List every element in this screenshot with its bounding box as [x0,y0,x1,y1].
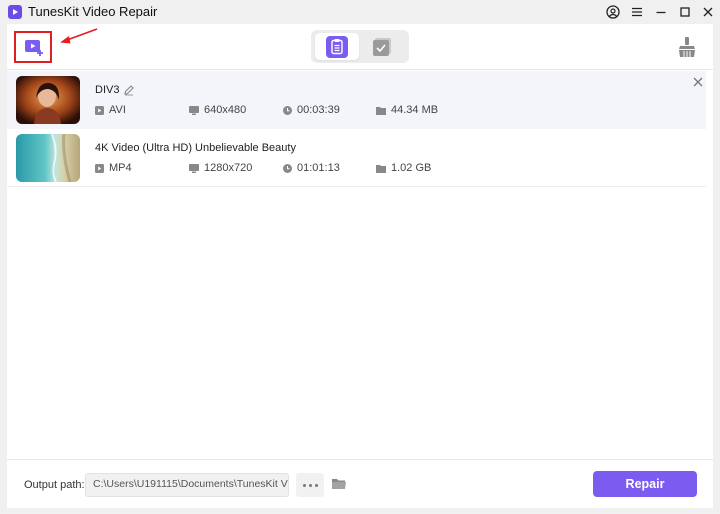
dot [302,483,306,487]
minimize-icon[interactable] [652,3,670,21]
file-name: 4K Video (Ultra HD) Unbelievable Beauty [95,142,296,154]
resolution-icon [189,163,199,173]
resolution-info: 640x480 [189,104,246,116]
close-icon[interactable] [699,3,717,21]
duration-info: 00:03:39 [283,104,340,116]
dot [314,483,318,487]
resolution-info: 1280x720 [189,162,252,174]
size-info: 1.02 GB [376,162,431,174]
file-resolution: 1280x720 [204,162,253,174]
output-path-field[interactable]: C:\Users\U191115\Documents\TunesKit Vide… [85,473,289,497]
video-thumbnail [16,76,80,124]
dot [308,483,312,487]
list-item[interactable]: DIV3 AVI 640x480 00:03:39 44.34 MB [7,71,706,129]
folder-size-icon [376,164,386,173]
file-resolution: 640x480 [204,104,247,116]
file-size: 44.34 MB [391,104,439,116]
clock-icon [283,105,292,115]
maximize-icon[interactable] [676,3,694,21]
highlight-box [14,31,52,63]
size-info: 44.34 MB [376,104,438,116]
video-thumbnail [16,134,80,182]
checkmark-icon [373,38,391,56]
file-format: AVI [109,104,126,116]
broom-icon[interactable] [677,36,697,58]
resolution-icon [189,105,199,115]
folder-size-icon [376,106,386,115]
file-size: 1.02 GB [391,162,432,174]
clock-icon [283,163,292,173]
app-logo-icon [8,5,22,19]
browse-more-button[interactable] [296,473,324,497]
output-path-label: Output path: [24,479,85,491]
edit-name-icon[interactable] [123,84,135,96]
open-folder-icon[interactable] [332,478,346,490]
tab-repaired[interactable] [371,36,393,58]
view-tabs [311,30,409,63]
format-icon [95,163,104,173]
menu-icon[interactable] [628,3,646,21]
repair-button[interactable]: Repair [593,471,697,497]
main-panel: DIV3 AVI 640x480 00:03:39 44.34 MB 4K Vi… [7,24,713,508]
clipboard-list-icon [326,36,348,58]
file-duration: 00:03:39 [297,104,340,116]
toolbar [7,24,713,70]
file-duration: 01:01:13 [297,162,340,174]
file-format: MP4 [109,162,132,174]
duration-info: 01:01:13 [283,162,340,174]
format-icon [95,105,104,115]
footer-bar: Output path: C:\Users\U191115\Documents\… [7,459,713,508]
list-item[interactable]: 4K Video (Ultra HD) Unbelievable Beauty … [7,129,706,187]
tab-file-list[interactable] [315,33,359,60]
format-info: MP4 [95,162,132,174]
account-icon[interactable] [604,3,622,21]
add-video-icon[interactable] [25,39,45,57]
app-title: TunesKit Video Repair [28,4,158,19]
remove-file-icon[interactable] [693,76,703,87]
file-name: DIV3 [95,84,120,96]
title-bar: TunesKit Video Repair [0,0,720,24]
annotation-arrow-icon [57,26,101,46]
format-info: AVI [95,104,126,116]
